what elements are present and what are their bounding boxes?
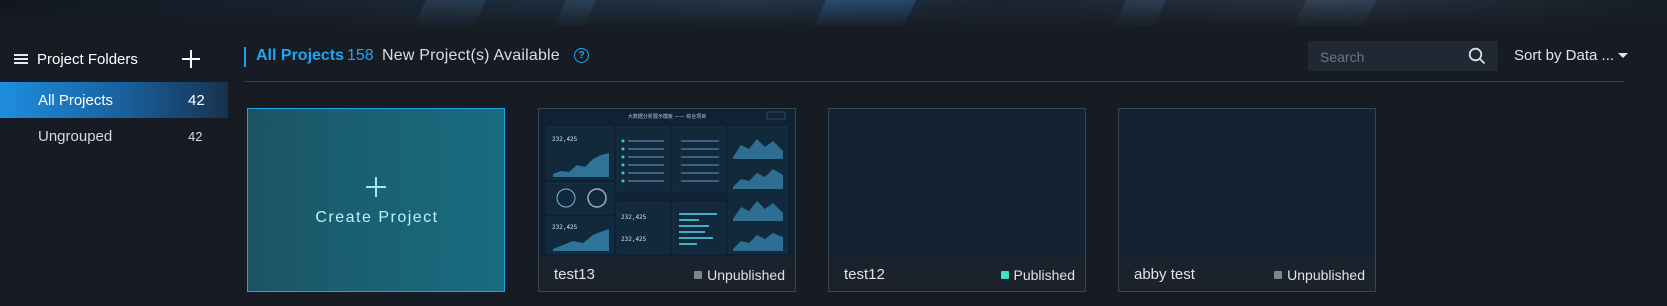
title-accent-bar <box>244 47 246 67</box>
thumbnail-value: 232,425 <box>621 214 647 221</box>
create-project-card[interactable]: Create Project <box>247 108 505 292</box>
project-thumbnail: 大数据分析展示模板 —— 综合项目 232,425 232,425 232,42… <box>539 109 795 257</box>
project-name: test12 <box>844 266 885 283</box>
sidebar-item-all-projects[interactable]: All Projects 42 <box>0 82 228 118</box>
chevron-down-icon <box>1618 53 1629 59</box>
project-card-test12[interactable]: test12 Published <box>828 108 1086 292</box>
sidebar-item-count: 42 <box>188 128 203 144</box>
status-badge: Unpublished <box>1274 267 1365 283</box>
menu-icon[interactable] <box>14 54 28 64</box>
status-label: Unpublished <box>1287 267 1365 283</box>
sidebar-item-label: Ungrouped <box>38 127 113 145</box>
sort-dropdown[interactable]: Sort by Data ... <box>1514 47 1634 64</box>
top-banner-image <box>0 0 1667 26</box>
thumbnail-value: 232,425 <box>552 136 578 143</box>
status-label: Published <box>1013 267 1076 283</box>
header-divider <box>244 81 1624 82</box>
thumbnail-value: 232,425 <box>552 224 578 231</box>
card-footer: test13 Unpublished <box>539 257 795 291</box>
thumbnail-title: 大数据分析展示模板 —— 综合项目 <box>628 113 706 120</box>
project-card-test13[interactable]: 大数据分析展示模板 —— 综合项目 232,425 232,425 232,42… <box>538 108 796 292</box>
available-text: New Project(s) Available <box>382 47 560 64</box>
status-dot <box>694 271 703 279</box>
project-thumbnail <box>829 109 1085 257</box>
sidebar-item-ungrouped[interactable]: Ungrouped 42 <box>0 118 228 154</box>
sidebar-title: Project Folders <box>37 50 138 68</box>
sidebar-header: Project Folders <box>14 44 214 74</box>
project-card-abby-test[interactable]: abby test Unpublished <box>1118 108 1376 292</box>
status-label: Unpublished <box>707 267 785 283</box>
page-header: All Projects 158 New Project(s) Availabl… <box>244 38 1629 78</box>
search-icon[interactable] <box>1468 47 1486 65</box>
page-title: All Projects <box>256 47 345 64</box>
create-project-label: Create Project <box>315 209 439 226</box>
sidebar: Project Folders All Projects 42 Ungroupe… <box>0 26 228 306</box>
search-input[interactable] <box>1308 41 1472 73</box>
status-badge: Published <box>1000 267 1076 283</box>
card-footer: test12 Published <box>829 257 1085 291</box>
search-box <box>1308 41 1498 73</box>
thumbnail-value: 232,425 <box>621 236 647 243</box>
project-name: abby test <box>1134 266 1195 283</box>
sidebar-item-label: All Projects <box>38 91 114 109</box>
status-dot <box>1000 271 1009 279</box>
plus-icon <box>366 177 386 197</box>
status-badge: Unpublished <box>694 267 785 283</box>
sort-label: Sort by Data ... <box>1514 47 1615 64</box>
add-folder-icon[interactable] <box>182 50 200 68</box>
sidebar-item-count: 42 <box>188 91 205 109</box>
project-name: test13 <box>554 266 595 283</box>
status-dot <box>1274 271 1283 279</box>
project-count: 158 <box>347 47 374 64</box>
card-footer: abby test Unpublished <box>1119 257 1375 291</box>
help-icon[interactable]: ? <box>574 48 589 63</box>
project-thumbnail <box>1119 109 1375 257</box>
